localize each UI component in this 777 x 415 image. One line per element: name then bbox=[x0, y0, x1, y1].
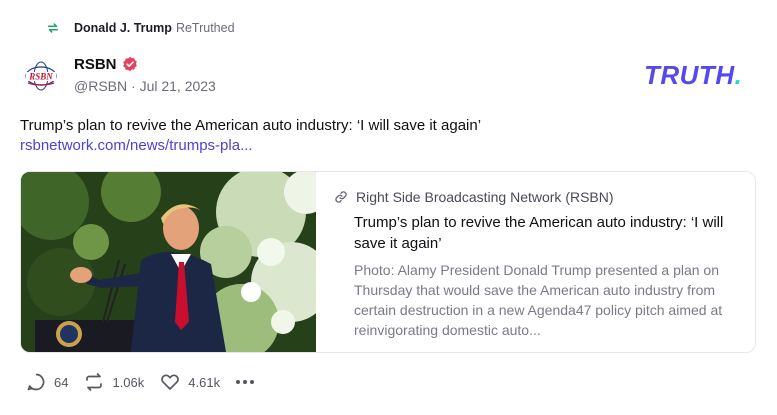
post-date[interactable]: Jul 21, 2023 bbox=[140, 78, 216, 94]
card-site: Right Side Broadcasting Network (RSBN) bbox=[334, 186, 737, 208]
author-block: RSBN @RSBN · Jul 21, 2023 bbox=[74, 53, 216, 95]
card-image[interactable] bbox=[21, 172, 316, 352]
post-text: Trump’s plan to revive the American auto… bbox=[20, 117, 482, 134]
post-link[interactable]: rsbnetwork.com/news/trumps-pla... bbox=[20, 136, 253, 156]
link-icon bbox=[335, 191, 347, 203]
retruth-icon bbox=[47, 23, 59, 33]
author-name[interactable]: RSBN bbox=[74, 56, 117, 73]
retruth-user-name[interactable]: Donald J. Trump bbox=[74, 21, 172, 35]
retruth-count: 1.06k bbox=[112, 374, 145, 390]
reply-icon bbox=[27, 373, 45, 391]
heart-icon bbox=[161, 374, 180, 390]
author-meta: @RSBN · Jul 21, 2023 bbox=[74, 78, 216, 94]
meta-separator: · bbox=[131, 78, 136, 94]
action-bar: 64 1.06k 4.61k bbox=[26, 372, 257, 392]
truth-logo[interactable]: TRUTH. bbox=[644, 60, 742, 91]
truth-logo-text: TRUTH bbox=[644, 60, 735, 90]
card-title: Trump’s plan to revive the American auto… bbox=[354, 214, 724, 252]
retruth-button[interactable]: 1.06k bbox=[84, 372, 144, 392]
reply-button[interactable]: 64 bbox=[26, 372, 68, 392]
avatar[interactable]: RSBN bbox=[20, 55, 62, 97]
reply-count: 64 bbox=[54, 374, 69, 390]
card-site-name: Right Side Broadcasting Network (RSBN) bbox=[356, 189, 614, 205]
verified-badge-icon bbox=[122, 56, 137, 72]
retruth-icon bbox=[86, 373, 103, 391]
retruth-header: Donald J. Trump ReTruthed bbox=[46, 18, 235, 38]
like-count: 4.61k bbox=[188, 374, 221, 390]
card-description: Photo: Alamy President Donald Trump pres… bbox=[354, 262, 723, 338]
card-body: Right Side Broadcasting Network (RSBN) T… bbox=[316, 172, 755, 352]
more-icon[interactable] bbox=[236, 380, 257, 384]
retruth-label: ReTruthed bbox=[175, 21, 235, 35]
like-button[interactable]: 4.61k bbox=[160, 372, 220, 392]
link-preview-card[interactable]: Right Side Broadcasting Network (RSBN) T… bbox=[20, 171, 756, 353]
author-handle[interactable]: @RSBN bbox=[74, 78, 127, 94]
svg-text:RSBN: RSBN bbox=[28, 72, 53, 82]
truth-logo-dot: . bbox=[734, 60, 743, 90]
